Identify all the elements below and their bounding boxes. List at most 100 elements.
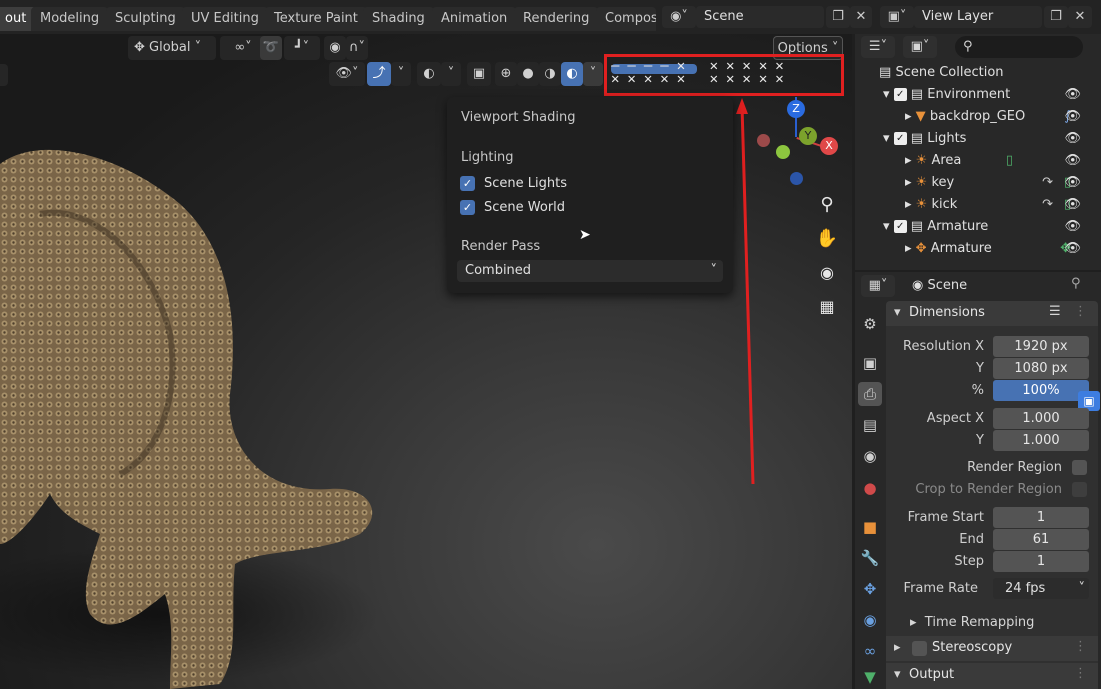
gizmo-neg-y[interactable]: [776, 145, 790, 159]
zoom-icon[interactable]: ⚲: [813, 191, 841, 219]
eye-icon[interactable]: 👁: [1064, 128, 1081, 150]
eye-icon[interactable]: 👁: [1064, 172, 1081, 194]
render-pass-dropdown[interactable]: Combined ˅: [457, 260, 723, 282]
dimensions-panel-header[interactable]: ▾ Dimensions ☰ ⋮: [886, 301, 1098, 326]
rendered-shading-icon[interactable]: ◐: [561, 62, 583, 86]
drag-handle-icon[interactable]: ⋮: [1074, 666, 1087, 681]
resolution-y-field[interactable]: 1080 px: [993, 358, 1089, 379]
pin-icon[interactable]: ⚲: [1071, 276, 1081, 291]
outliner-row-armature-collection[interactable]: ▾ ✓ ▤ Armature 👁: [883, 216, 1093, 238]
eye-icon[interactable]: 👁: [1064, 84, 1081, 106]
camera-icon[interactable]: ◉: [813, 259, 841, 287]
crop-region-checkbox[interactable]: [1072, 482, 1087, 497]
outliner-row-kick[interactable]: ▸ ☀ kick ↷ ▯ 👁: [905, 194, 1093, 216]
view-layer-tab-icon[interactable]: ▤: [858, 413, 882, 437]
pan-hand-icon[interactable]: ✋: [813, 225, 841, 253]
new-scene-icon[interactable]: ❐: [826, 6, 850, 28]
outliner-row-backdrop[interactable]: ▸ ▼ backdrop_GEO ∫ 👁: [905, 106, 1093, 128]
data-tab-icon[interactable]: ▼: [858, 665, 882, 689]
eye-icon[interactable]: 👁: [1064, 216, 1081, 238]
proportional-editing-icon[interactable]: ◉: [324, 36, 346, 60]
render-region-checkbox[interactable]: [1072, 460, 1087, 475]
exclude-checkbox[interactable]: ✓: [893, 220, 907, 233]
render-tab-icon[interactable]: ▣: [858, 351, 882, 375]
exclude-checkbox[interactable]: ✓: [893, 132, 907, 145]
properties-editor-type-icon[interactable]: ▦˅: [861, 275, 895, 297]
time-remapping-subpanel[interactable]: ▸ Time Remapping: [910, 615, 1034, 630]
frame-rate-dropdown[interactable]: 24 fps ˅: [993, 578, 1089, 599]
tab-shading[interactable]: Shading: [363, 7, 434, 31]
tab-uv-editing[interactable]: UV Editing: [182, 7, 268, 31]
scene-name-field[interactable]: Scene: [696, 6, 824, 28]
ortho-grid-icon[interactable]: ▦: [813, 293, 841, 321]
overlays-icon[interactable]: ◐: [417, 62, 441, 86]
transform-orientation-dropdown[interactable]: ✥ Global ˅: [128, 36, 216, 60]
constraint-tab-icon[interactable]: ∞: [858, 639, 882, 663]
presets-icon[interactable]: ☰: [1049, 304, 1061, 319]
material-shading-icon[interactable]: ◑: [539, 62, 561, 86]
overlays-dropdown-icon[interactable]: ˅: [441, 62, 461, 86]
output-panel-header[interactable]: ▾ Output ⋮: [886, 663, 1098, 689]
frame-start-field[interactable]: 1: [993, 507, 1089, 528]
delete-scene-icon[interactable]: ✕: [850, 6, 872, 28]
stereoscopy-panel-header[interactable]: ▸ Stereoscopy ⋮: [886, 636, 1098, 661]
scene-lights-checkbox[interactable]: ✓: [460, 176, 475, 191]
gizmo-z[interactable]: Z: [787, 100, 805, 118]
eye-icon[interactable]: 👁: [1064, 106, 1081, 128]
wireframe-shading-icon[interactable]: ⊕: [495, 62, 517, 86]
particles-tab-icon[interactable]: ✥: [858, 577, 882, 601]
snap-icon[interactable]: ➰: [260, 36, 282, 60]
outliner-row-lights[interactable]: ▾ ✓ ▤ Lights 👁: [883, 128, 1093, 150]
drag-handle-icon[interactable]: ⋮: [1074, 639, 1087, 654]
frame-step-field[interactable]: 1: [993, 551, 1089, 572]
resolution-x-field[interactable]: 1920 px: [993, 336, 1089, 357]
gizmo-neg-z[interactable]: [790, 172, 803, 185]
view-layer-field[interactable]: View Layer: [914, 6, 1042, 28]
outliner-search-input[interactable]: ⚲: [955, 36, 1083, 58]
scene-world-checkbox[interactable]: ✓: [460, 200, 475, 215]
new-view-layer-icon[interactable]: ❐: [1044, 6, 1068, 28]
shading-dropdown-icon[interactable]: ˅: [583, 62, 603, 86]
gizmo-y[interactable]: Y: [799, 127, 817, 145]
tab-compositing[interactable]: Compos: [596, 7, 656, 31]
scene-tab-icon[interactable]: ◉: [858, 444, 882, 468]
outliner-row-key[interactable]: ▸ ☀ key ↷ ▯ 👁: [905, 172, 1093, 194]
aspect-x-field[interactable]: 1.000: [993, 408, 1089, 429]
modifier-tab-icon[interactable]: 🔧: [858, 546, 882, 570]
outliner-editor-type-icon[interactable]: ☰˅: [861, 36, 895, 58]
resolution-pct-slider[interactable]: 100%: [993, 380, 1089, 401]
scene-collection-row[interactable]: ▤ Scene Collection: [879, 62, 1004, 84]
gizmo-neg-x[interactable]: [757, 134, 770, 147]
delete-view-layer-icon[interactable]: ✕: [1068, 6, 1092, 28]
outliner-row-environment[interactable]: ▾ ✓ ▤ Environment 👁: [883, 84, 1093, 106]
physics-tab-icon[interactable]: ◉: [858, 608, 882, 632]
visibility-icon[interactable]: 👁˅: [329, 62, 365, 86]
view-layer-selector-icon[interactable]: ▣˅: [880, 6, 914, 28]
display-mode-icon[interactable]: ▣˅: [903, 36, 937, 58]
outliner-row-area[interactable]: ▸ ☀ Area ▯ 👁: [905, 150, 1093, 172]
tool-tab-icon[interactable]: ⚙: [858, 312, 882, 336]
gizmo-x[interactable]: X: [820, 137, 838, 155]
scene-selector-icon[interactable]: ◉˅: [662, 6, 696, 28]
tab-texture-paint[interactable]: Texture Paint: [265, 7, 367, 31]
snap-target-icon[interactable]: ┛˅: [284, 36, 320, 60]
tab-modeling[interactable]: Modeling: [31, 7, 109, 31]
tab-animation[interactable]: Animation: [432, 7, 517, 31]
eye-icon[interactable]: 👁: [1064, 194, 1081, 216]
aspect-y-field[interactable]: 1.000: [993, 430, 1089, 451]
xray-icon[interactable]: ▣: [467, 62, 491, 86]
gizmo-dropdown-icon[interactable]: ˅: [391, 62, 411, 86]
tab-rendering[interactable]: Rendering: [514, 7, 599, 31]
eye-icon[interactable]: 👁: [1064, 238, 1081, 260]
solid-shading-icon[interactable]: ●: [517, 62, 539, 86]
tab-sculpting[interactable]: Sculpting: [106, 7, 185, 31]
eye-icon[interactable]: 👁: [1064, 150, 1081, 172]
stereoscopy-checkbox[interactable]: [912, 641, 927, 656]
world-tab-icon[interactable]: ●: [858, 476, 882, 500]
exclude-checkbox[interactable]: ✓: [893, 88, 907, 101]
output-tab-icon[interactable]: ⎙: [858, 382, 882, 406]
object-tab-icon[interactable]: ■: [858, 515, 882, 539]
gizmo-toggle-icon[interactable]: ⤴: [367, 62, 391, 86]
drag-handle-icon[interactable]: ⋮: [1074, 304, 1087, 319]
outliner-row-armature[interactable]: ▸ ✥ Armature ✥ 👁: [905, 238, 1093, 260]
